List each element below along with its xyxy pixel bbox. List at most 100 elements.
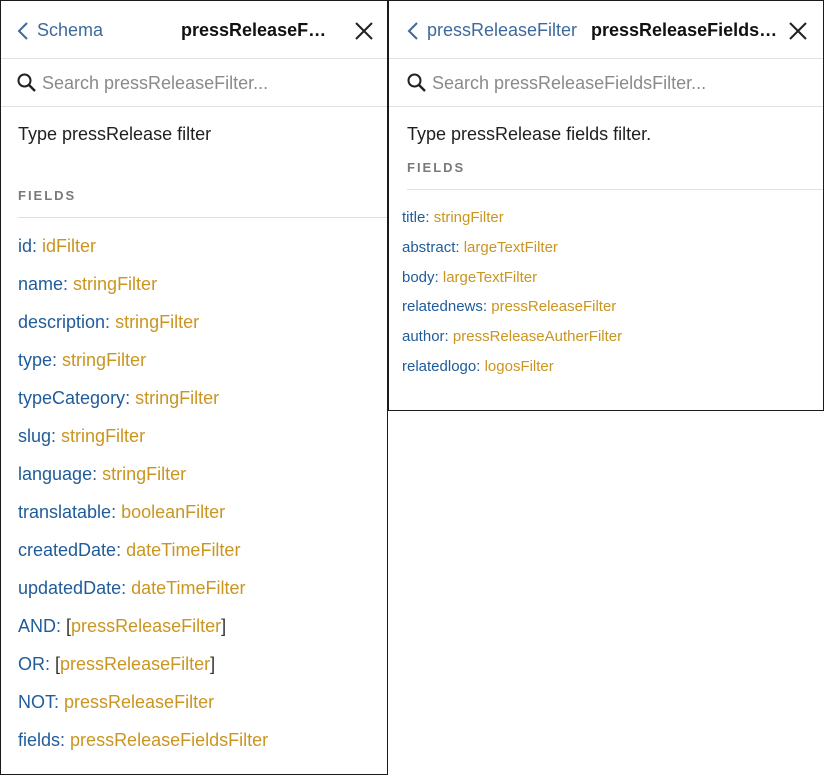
field-row: translatable: booleanFilter (18, 500, 268, 538)
field-type-link[interactable]: largeTextFilter (443, 269, 537, 286)
field-row: updatedDate: dateTimeFilter (18, 576, 268, 614)
field-separator: : (116, 540, 127, 560)
field-type-link[interactable]: stringFilter (62, 350, 146, 370)
right-fields-heading: FIELDS (407, 160, 466, 175)
field-separator: : (476, 357, 485, 375)
field-type-link[interactable]: dateTimeFilter (131, 578, 245, 598)
field-row: language: stringFilter (18, 462, 268, 500)
left-panel-header: Schema pressReleaseFilter (1, 1, 387, 59)
field-name-link[interactable]: slug (18, 426, 51, 446)
right-fields-list: title: stringFilter abstract: largeTextFi… (402, 208, 622, 387)
field-row: body: largeTextFilter (402, 268, 622, 298)
field-name-link[interactable]: typeCategory (18, 388, 125, 408)
field-name-link[interactable]: createdDate (18, 540, 116, 560)
right-search-input[interactable] (432, 71, 802, 95)
field-row: relatednews: pressReleaseFilter (402, 297, 622, 327)
close-icon[interactable] (789, 22, 807, 40)
left-fields-list: id: idFilter name: stringFilter descriptio… (18, 234, 268, 766)
left-fields-divider (18, 217, 387, 218)
left-doc-panel: Schema pressReleaseFilter Type pressRele… (0, 0, 388, 775)
field-type-link[interactable]: booleanFilter (121, 502, 225, 522)
field-name-link[interactable]: updatedDate (18, 578, 121, 598)
field-separator: : (121, 578, 132, 598)
field-row: createdDate: dateTimeFilter (18, 538, 268, 576)
field-name-link[interactable]: AND (18, 616, 56, 636)
field-row: AND: [pressReleaseFilter] (18, 614, 268, 652)
list-close-bracket: ] (210, 654, 216, 674)
field-name-link[interactable]: title (402, 209, 425, 226)
field-name-link[interactable]: NOT (18, 692, 54, 712)
right-search-bar (389, 59, 823, 107)
field-type-link[interactable]: dateTimeFilter (126, 540, 240, 560)
right-back-link[interactable]: pressReleaseFilter (407, 20, 577, 41)
field-row: title: stringFilter (402, 208, 622, 238)
field-name-link[interactable]: author (402, 328, 445, 345)
field-type-link[interactable]: stringFilter (434, 209, 504, 226)
left-back-label: Schema (37, 20, 104, 40)
field-name-link[interactable]: fields (18, 730, 60, 750)
field-name-link[interactable]: type (18, 350, 52, 370)
field-type-link[interactable]: pressReleaseFilter (64, 692, 214, 712)
field-type-link[interactable]: pressReleaseFieldsFilter (70, 730, 268, 750)
field-separator: : (32, 236, 43, 256)
field-type-link[interactable]: stringFilter (73, 274, 157, 294)
field-row: name: stringFilter (18, 272, 268, 310)
field-separator: : (52, 350, 63, 370)
left-back-link[interactable]: Schema (17, 20, 103, 41)
field-name-link[interactable]: abstract (402, 239, 455, 256)
right-fields-divider (407, 189, 823, 190)
field-type-link[interactable]: pressReleaseFilter (60, 654, 210, 674)
field-name-link[interactable]: body (402, 269, 435, 286)
field-separator: : (63, 274, 74, 294)
field-separator: : (56, 616, 67, 636)
field-type-link[interactable]: stringFilter (102, 464, 186, 484)
field-row: relatedlogo: logosFilter (402, 357, 622, 387)
field-name-link[interactable]: relatedlogo (402, 358, 476, 375)
left-type-description: Type pressRelease filter (18, 124, 212, 144)
field-type-link[interactable]: pressReleaseFilter (71, 616, 221, 636)
right-panel-title: pressReleaseFieldsFi... (591, 20, 781, 40)
field-type-link[interactable]: logosFilter (485, 358, 554, 375)
field-row: description: stringFilter (18, 310, 268, 348)
field-type-link[interactable]: stringFilter (115, 312, 199, 332)
field-row: abstract: largeTextFilter (402, 238, 622, 268)
field-type-link[interactable]: stringFilter (135, 388, 219, 408)
search-icon (407, 73, 426, 92)
field-separator: : (92, 464, 103, 484)
list-close-bracket: ] (221, 616, 227, 636)
chevron-left-icon (17, 21, 28, 40)
field-row: author: pressReleaseAutherFilter (402, 327, 622, 357)
left-search-input[interactable] (42, 71, 372, 95)
field-type-link[interactable]: idFilter (42, 236, 96, 256)
field-row: id: idFilter (18, 234, 268, 272)
field-row: slug: stringFilter (18, 424, 268, 462)
field-name-link[interactable]: id (18, 236, 32, 256)
field-separator: : (60, 730, 71, 750)
field-type-link[interactable]: pressReleaseFilter (491, 298, 616, 315)
field-separator: : (482, 298, 492, 316)
field-type-link[interactable]: pressReleaseAutherFilter (453, 328, 622, 345)
field-type-link[interactable]: largeTextFilter (464, 239, 558, 256)
field-name-link[interactable]: relatednews (402, 298, 483, 315)
field-type-link[interactable]: stringFilter (61, 426, 145, 446)
field-name-link[interactable]: language (18, 464, 92, 484)
left-search-bar (1, 59, 387, 107)
field-name-link[interactable]: name (18, 274, 63, 294)
field-row: NOT: pressReleaseFilter (18, 690, 268, 728)
field-separator: : (105, 312, 116, 332)
field-separator: : (125, 388, 136, 408)
field-name-link[interactable]: OR (18, 654, 45, 674)
right-back-label: pressReleaseFilter (427, 20, 578, 40)
field-row: type: stringFilter (18, 348, 268, 386)
field-separator: : (45, 654, 56, 674)
field-row: typeCategory: stringFilter (18, 386, 268, 424)
field-row: fields: pressReleaseFieldsFilter (18, 728, 268, 766)
field-name-link[interactable]: translatable (18, 502, 111, 522)
field-separator: : (54, 692, 65, 712)
field-name-link[interactable]: description (18, 312, 105, 332)
chevron-left-icon (407, 21, 418, 40)
field-separator: : (444, 328, 453, 346)
close-icon[interactable] (355, 22, 373, 40)
right-panel-header: pressReleaseFilter pressReleaseFieldsFi.… (389, 1, 823, 59)
left-fields-heading: FIELDS (18, 188, 77, 203)
